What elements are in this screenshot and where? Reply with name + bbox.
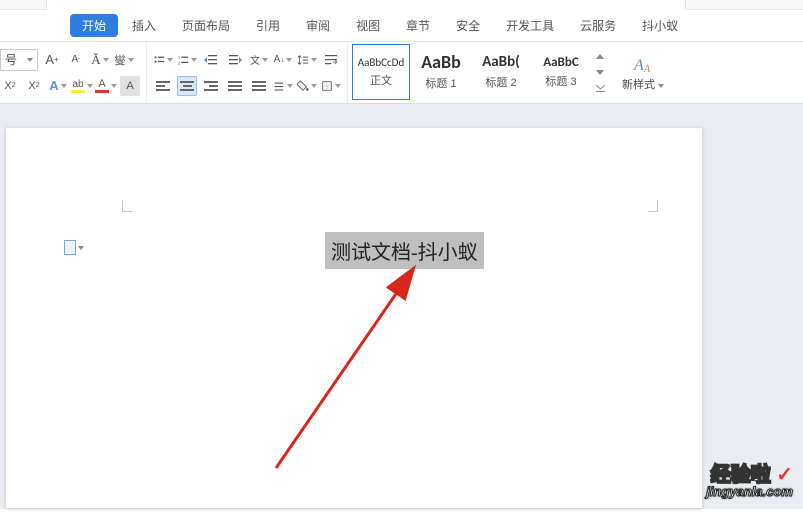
document-background: 测试文档-抖小蚁 经验啦 ✓ jingyanla.com	[0, 104, 803, 509]
style-heading-1[interactable]: AaBb 标题 1	[412, 44, 470, 100]
style-body-preview: AaBbCcDd	[358, 57, 404, 68]
align-justify-icon[interactable]	[225, 76, 245, 96]
ribbon: 号 A+ A- Ǎ 燮 X2 X2 A ab A A	[0, 42, 803, 104]
styles-scroll-arrows	[592, 44, 608, 101]
decrease-indent-icon[interactable]	[201, 50, 221, 70]
chevron-down-icon	[27, 58, 33, 62]
styles-expand-icon[interactable]	[592, 84, 608, 94]
style-h3-preview: AaBbC	[543, 56, 578, 69]
chevron-down-icon	[78, 246, 84, 250]
align-distributed-icon[interactable]	[249, 76, 269, 96]
font-color-letter: A	[98, 78, 105, 90]
font-size-group: 号 A+ A- Ǎ 燮 X2 X2 A ab A A	[0, 42, 147, 103]
style-heading-2[interactable]: AaBb( 标题 2	[472, 44, 530, 100]
increase-font-icon[interactable]: A+	[42, 50, 62, 70]
style-h1-label: 标题 1	[425, 75, 456, 91]
styles-scroll-up-icon[interactable]	[592, 52, 608, 62]
annotation-arrow-icon	[256, 258, 456, 488]
bullets-icon[interactable]	[153, 50, 173, 70]
document-page[interactable]: 测试文档-抖小蚁	[6, 128, 702, 508]
chevron-down-icon	[658, 84, 664, 88]
paragraph-spacing-icon[interactable]	[273, 76, 293, 96]
style-h2-preview: AaBb(	[482, 55, 520, 70]
tab-insert[interactable]: 插入	[120, 14, 168, 37]
change-case-icon[interactable]: Ǎ	[90, 50, 110, 70]
watermark-check-icon: ✓	[776, 464, 793, 486]
increase-indent-icon[interactable]	[225, 50, 245, 70]
text-effects-icon[interactable]: A	[48, 76, 68, 96]
new-style-icon: A A	[632, 54, 654, 76]
page-icon	[64, 240, 76, 255]
paragraph-group: 12 文 A↓	[147, 42, 348, 103]
highlight-color-icon[interactable]: ab	[72, 76, 92, 96]
tab-page-layout[interactable]: 页面布局	[170, 14, 242, 37]
style-body-label: 正文	[370, 72, 392, 88]
svg-text:1: 1	[178, 55, 181, 60]
font-size-combo[interactable]: 号	[0, 49, 38, 71]
tab-start[interactable]: 开始	[70, 14, 118, 37]
superscript-icon[interactable]: X2	[0, 76, 20, 96]
watermark-line1: 经验啦 ✓	[706, 466, 793, 484]
style-body[interactable]: AaBbCcDd 正文	[352, 44, 410, 100]
align-right-icon[interactable]	[201, 76, 221, 96]
margin-corner-tl-icon	[122, 200, 132, 212]
tab-reference[interactable]: 引用	[244, 14, 292, 37]
asian-layout-icon[interactable]: 文	[249, 50, 269, 70]
watermark-text: 经验啦	[711, 464, 771, 486]
phonetic-guide-icon[interactable]: 燮	[114, 50, 134, 70]
margin-corner-tr-icon	[648, 200, 658, 212]
sort-icon[interactable]: A↓	[273, 50, 293, 70]
tab-cloud[interactable]: 云服务	[568, 14, 628, 37]
paragraph-options-button[interactable]	[64, 240, 84, 255]
font-size-label: 号	[5, 51, 17, 68]
style-h1-preview: AaBb	[421, 53, 461, 71]
borders-icon[interactable]	[321, 76, 341, 96]
watermark-line2: jingyanla.com	[706, 484, 793, 499]
shading-icon[interactable]	[297, 76, 317, 96]
align-left-icon[interactable]	[153, 76, 173, 96]
style-h3-label: 标题 3	[545, 73, 576, 89]
new-style-label: 新样式	[622, 76, 655, 92]
new-style-button[interactable]: A A 新样式	[612, 42, 674, 103]
line-spacing-icon[interactable]	[297, 50, 317, 70]
window-titlebar-strip	[0, 0, 803, 10]
tab-dev-tools[interactable]: 开发工具	[494, 14, 566, 37]
watermark: 经验啦 ✓ jingyanla.com	[706, 466, 793, 499]
style-h2-label: 标题 2	[485, 74, 516, 90]
styles-gallery: AaBbCcDd 正文 AaBb 标题 1 AaBb( 标题 2 AaBbC 标…	[348, 42, 612, 103]
svg-text:A: A	[643, 64, 651, 75]
decrease-font-icon[interactable]: A-	[66, 50, 86, 70]
styles-scroll-down-icon[interactable]	[592, 68, 608, 78]
tab-stops-icon[interactable]	[321, 50, 341, 70]
tab-view[interactable]: 视图	[344, 14, 392, 37]
tab-review[interactable]: 审阅	[294, 14, 342, 37]
tab-security[interactable]: 安全	[444, 14, 492, 37]
font-color-icon[interactable]: A	[96, 76, 116, 96]
character-shading-icon[interactable]: A	[120, 76, 140, 96]
align-center-icon[interactable]	[177, 76, 197, 96]
subscript-icon[interactable]: X2	[24, 76, 44, 96]
svg-text:2: 2	[178, 60, 181, 65]
numbering-icon[interactable]: 12	[177, 50, 197, 70]
tab-douxiaoyi[interactable]: 抖小蚁	[630, 14, 690, 37]
svg-text:A: A	[633, 57, 644, 74]
style-heading-3[interactable]: AaBbC 标题 3	[532, 44, 590, 100]
doc-tab-ghost	[46, 0, 686, 10]
selected-text[interactable]: 测试文档-抖小蚁	[325, 232, 484, 269]
tab-chapter[interactable]: 章节	[394, 14, 442, 37]
ribbon-tabs: 开始 插入 页面布局 引用 审阅 视图 章节 安全 开发工具 云服务 抖小蚁	[0, 10, 803, 42]
